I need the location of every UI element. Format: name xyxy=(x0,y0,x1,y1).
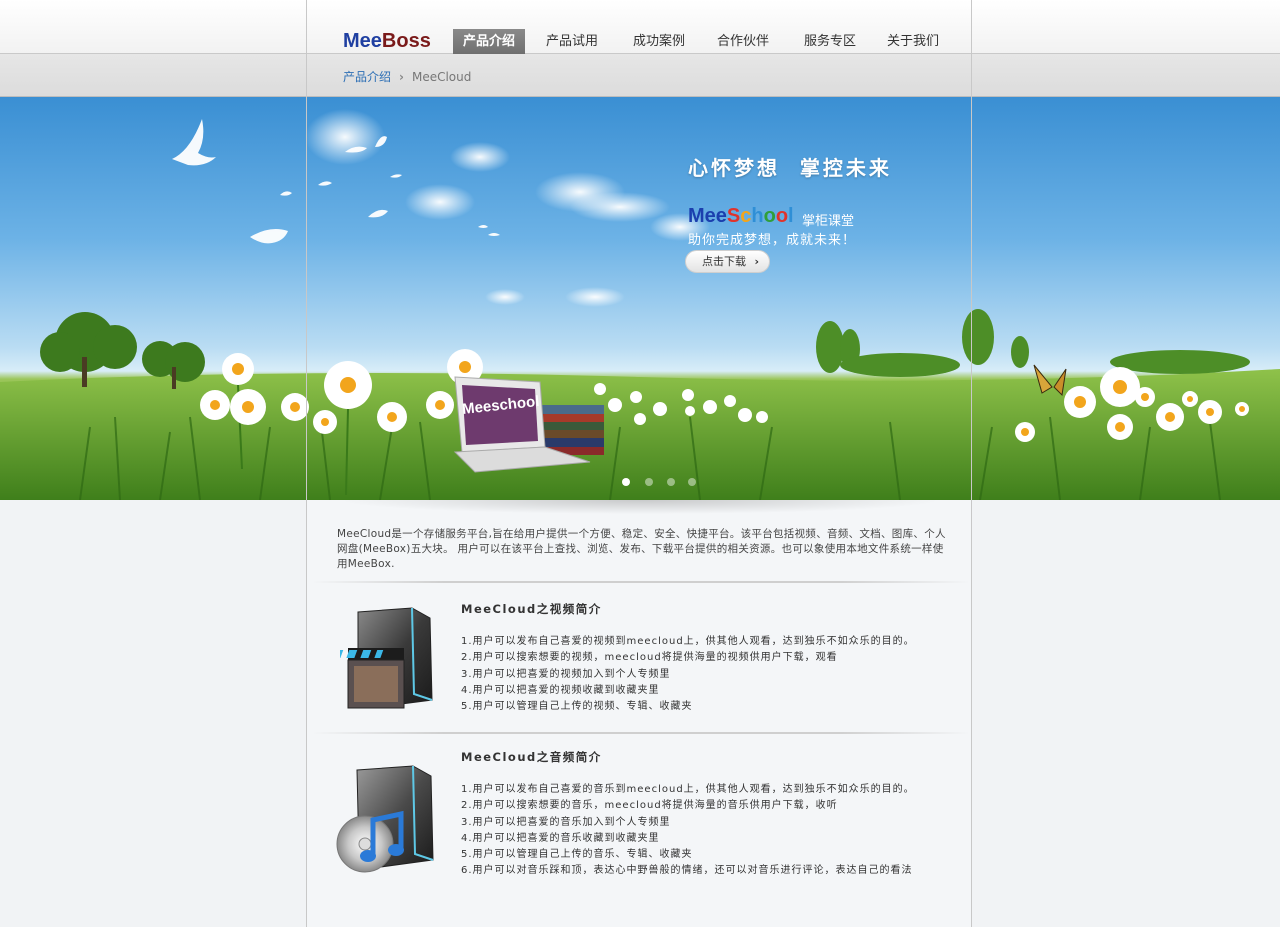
download-button[interactable]: 点击下载 › xyxy=(685,250,770,273)
list-item: 3.用户可以把喜爱的视频加入到个人专频里 xyxy=(461,668,671,680)
page-column-border-right xyxy=(971,0,972,927)
brand-part: c xyxy=(740,205,752,227)
brand-subtitle: 掌柜课堂 xyxy=(802,214,855,229)
list-item: 5.用户可以管理自己上传的音乐、专辑、收藏夹 xyxy=(461,849,693,861)
banner-shadow xyxy=(0,500,1280,516)
banner-scenery xyxy=(0,109,1280,500)
nav-item-product-intro[interactable]: 产品介绍 xyxy=(453,29,525,54)
slide-dot-4[interactable] xyxy=(688,478,696,486)
section-divider xyxy=(312,581,970,583)
list-item: 5.用户可以管理自己上传的视频、专辑、收藏夹 xyxy=(461,701,693,713)
list-item: 6.用户可以对音乐踩和顶，表达心中野兽般的情绪，还可以对音乐进行评论，表达自己的… xyxy=(461,865,913,877)
page-column-border-left xyxy=(306,0,307,927)
chevron-right-icon: › xyxy=(754,255,759,268)
brand-part: l xyxy=(788,205,794,227)
banner-tagline: 助你完成梦想，成就未来！ xyxy=(688,233,857,248)
download-button-label: 点击下载 xyxy=(702,255,746,268)
nav-item-about-us[interactable]: 关于我们 xyxy=(877,29,949,54)
list-item: 1.用户可以发布自己喜爱的视频到meecloud上，供其他人观看，达到独乐不如众… xyxy=(461,636,915,647)
video-feature-list: 1.用户可以发布自己喜爱的视频到meecloud上，供其他人观看，达到独乐不如众… xyxy=(461,634,915,715)
section-divider xyxy=(312,732,970,734)
nav-item-service[interactable]: 服务专区 xyxy=(794,29,866,54)
brand-part: o xyxy=(763,205,776,227)
audio-feature-list: 1.用户可以发布自己喜爱的音乐到meecloud上，供其他人观看，达到独乐不如众… xyxy=(461,782,915,880)
brand-part: Mee xyxy=(688,205,727,227)
nav-item-success-cases[interactable]: 成功案例 xyxy=(623,29,695,54)
video-section-title: MeeCloud之视频简介 xyxy=(461,602,602,616)
breadcrumb-separator-icon: › xyxy=(399,70,404,84)
intro-paragraph: MeeCloud是一个存储服务平台,旨在给用户提供一个方便、稳定、安全、快捷平台… xyxy=(337,528,946,570)
slide-dot-1[interactable] xyxy=(622,478,630,486)
list-item: 1.用户可以发布自己喜爱的音乐到meecloud上，供其他人观看，达到独乐不如众… xyxy=(461,784,915,795)
brand-part: S xyxy=(726,205,741,227)
main-nav: 产品介绍 产品试用 成功案例 合作伙伴 服务专区 关于我们 xyxy=(0,29,1280,54)
list-item: 4.用户可以把喜爱的视频收藏到收藏夹里 xyxy=(461,684,660,696)
brand-part: h xyxy=(751,205,764,227)
hero-banner: Meeschool 心怀梦想 掌控未来 MeeSchool 掌柜课堂 助你完成梦… xyxy=(0,97,1280,500)
slide-dot-2[interactable] xyxy=(645,478,653,486)
breadcrumb-bar: 产品介绍 › MeeCloud xyxy=(0,54,1280,97)
audio-section-title: MeeCloud之音频简介 xyxy=(461,750,602,764)
breadcrumb: 产品介绍 › MeeCloud xyxy=(343,68,471,85)
brand-part: o xyxy=(775,205,789,227)
breadcrumb-current: MeeCloud xyxy=(411,70,472,84)
banner-slogan: 心怀梦想 掌控未来 xyxy=(688,156,892,180)
list-item: 2.用户可以搜索想要的音乐，meecloud将提供海量的音乐供用户下载，收听 xyxy=(461,800,838,812)
list-item: 4.用户可以把喜爱的音乐收藏到收藏夹里 xyxy=(461,832,660,844)
video-folder-icon xyxy=(332,604,440,714)
list-item: 3.用户可以把喜爱的音乐加入到个人专频里 xyxy=(461,816,671,828)
breadcrumb-link-product-intro[interactable]: 产品介绍 xyxy=(343,70,391,84)
music-folder-icon xyxy=(335,764,440,876)
nav-item-partners[interactable]: 合作伙伴 xyxy=(707,29,779,54)
list-item: 2.用户可以搜索想要的视频，meecloud将提供海量的视频供用户下载，观看 xyxy=(461,652,838,664)
top-header: MeeBoss 产品介绍 产品试用 成功案例 合作伙伴 服务专区 关于我们 xyxy=(0,0,1280,54)
meeschool-logo: MeeSchool xyxy=(688,205,794,228)
nav-item-product-trial[interactable]: 产品试用 xyxy=(536,29,608,54)
slide-dot-3[interactable] xyxy=(667,478,675,486)
